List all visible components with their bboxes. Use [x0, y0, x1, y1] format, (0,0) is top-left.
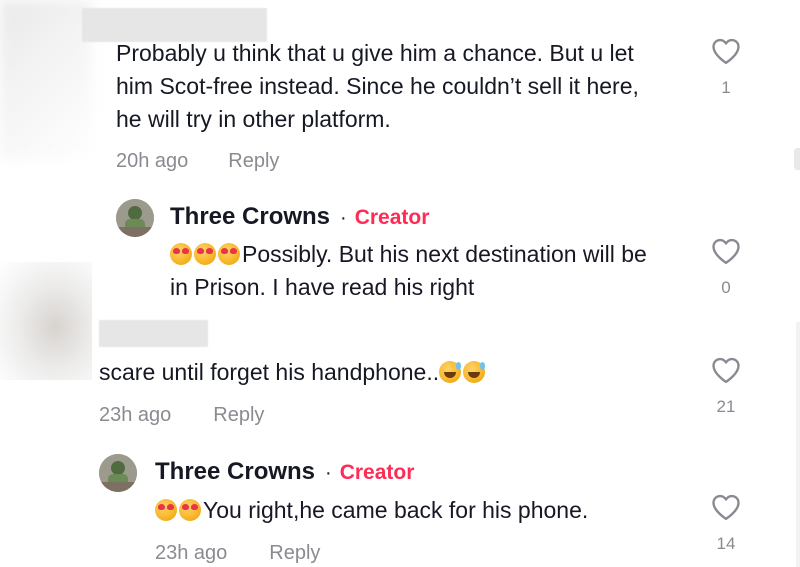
author-name[interactable]: Three Crowns: [170, 203, 330, 231]
love-face-emoji: [194, 243, 216, 265]
avatar[interactable]: [116, 199, 154, 237]
comment-timestamp: 23h ago: [99, 404, 172, 426]
like-button[interactable]: 0: [706, 237, 746, 298]
love-face-emoji: [170, 243, 192, 265]
like-count: 21: [716, 397, 736, 416]
comment-author-row: Three Crowns · Creator: [170, 203, 429, 231]
heart-outline-icon: [712, 38, 740, 65]
comment-meta: 23h ago Reply: [99, 404, 264, 427]
scrollbar-thumb[interactable]: [794, 148, 800, 170]
comment-text: Probably u think that u give him a chanc…: [116, 37, 639, 136]
reply-button[interactable]: Reply: [213, 404, 264, 426]
comment-text-line: Probably u think that u give him a chanc…: [116, 40, 634, 66]
creator-badge: Creator: [354, 206, 430, 229]
reply-button[interactable]: Reply: [269, 542, 320, 564]
edge-shade: [796, 322, 800, 567]
separator-dot: ·: [340, 207, 347, 229]
heart-outline-icon: [712, 494, 740, 521]
reply-button[interactable]: Reply: [228, 150, 279, 172]
love-face-emoji: [179, 499, 201, 521]
comment-author-row: Three Crowns · Creator: [155, 458, 414, 486]
comment-text-line: in Prison. I have read his right: [170, 274, 475, 300]
redacted-username: [99, 320, 208, 347]
comment-text-line: he will try in other platform.: [116, 106, 391, 132]
comment-text-segment: You right,he came back for his phone.: [203, 497, 589, 523]
like-count: 14: [716, 534, 736, 553]
creator-badge: Creator: [339, 461, 415, 484]
author-name[interactable]: Three Crowns: [155, 458, 315, 486]
comment-text: scare until forget his handphone..: [99, 356, 487, 389]
comment-text-line: him Scot-free instead. Since he couldn’t…: [116, 73, 639, 99]
comment-text-segment: scare until forget his handphone..: [99, 359, 440, 385]
comment-text: Possibly. But his next destination will …: [170, 238, 647, 304]
sweat-smile-emoji: [439, 361, 462, 383]
avatar[interactable]: [99, 454, 137, 492]
comment-meta: 20h ago Reply: [116, 150, 279, 173]
comment-meta: 23h ago Reply: [155, 542, 320, 565]
comment-text-line: Possibly. But his next destination will …: [170, 238, 647, 271]
like-button[interactable]: 21: [706, 356, 746, 417]
comment-timestamp: 20h ago: [116, 150, 189, 172]
like-button[interactable]: 14: [706, 493, 746, 554]
redacted-avatar: [0, 262, 92, 380]
comment-text: You right,he came back for his phone.: [155, 494, 588, 527]
love-face-emoji: [155, 499, 177, 521]
comment-text-segment: Possibly. But his next destination will …: [242, 241, 647, 267]
redacted-avatar: [0, 0, 92, 160]
separator-dot: ·: [325, 462, 332, 484]
heart-outline-icon: [712, 357, 740, 384]
sweat-smile-emoji: [463, 361, 486, 383]
comment-timestamp: 23h ago: [155, 542, 228, 564]
like-button[interactable]: 1: [706, 37, 746, 98]
love-face-emoji: [218, 243, 240, 265]
like-count: 1: [721, 78, 731, 97]
heart-outline-icon: [712, 238, 740, 265]
like-count: 0: [721, 278, 731, 297]
